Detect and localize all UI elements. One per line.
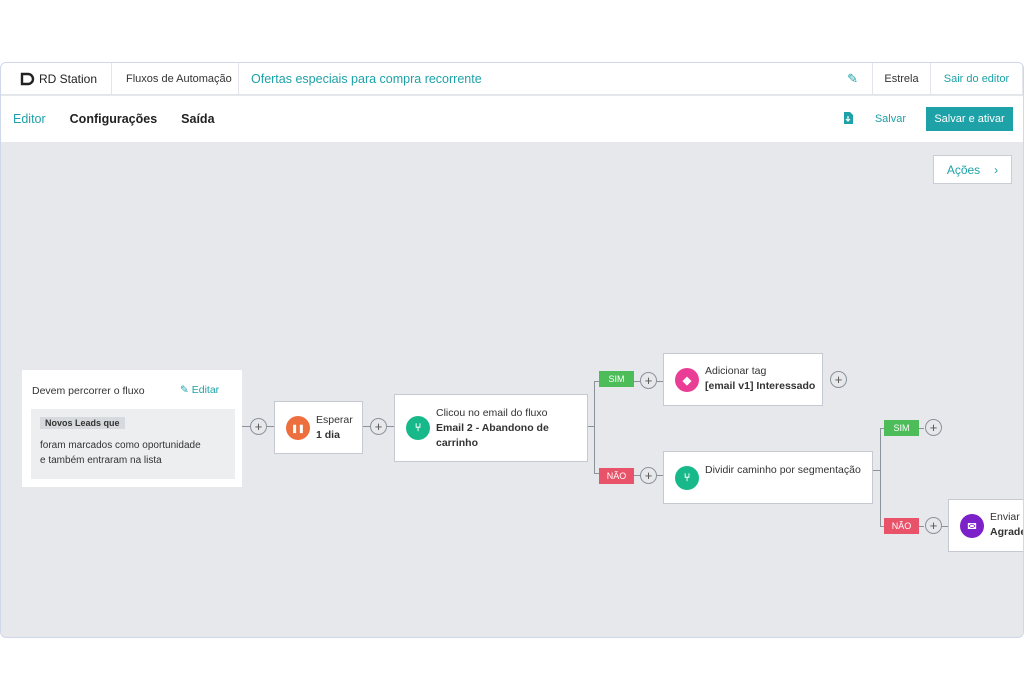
connector — [919, 428, 924, 429]
save-button[interactable]: Salvar — [875, 113, 906, 125]
wait-node[interactable]: ❚❚ Esperar 1 dia — [274, 401, 363, 454]
yes-badge: SIM — [599, 371, 634, 387]
connector — [242, 426, 250, 427]
add-tag-node[interactable]: ◆ Adicionar tag [email v1] Interessado — [663, 353, 823, 406]
send-email-text: Enviar Agrade — [990, 510, 1024, 540]
tab-exit[interactable]: Saída — [169, 112, 226, 126]
send-email-node[interactable]: ✉ Enviar Agrade — [948, 499, 1024, 552]
connector — [267, 426, 274, 427]
connector — [656, 381, 663, 382]
actions-button[interactable]: Ações › — [933, 155, 1012, 184]
add-tag-value: [email v1] Interessado — [705, 380, 816, 392]
email-click-title: Clicou no email do fluxo — [436, 407, 548, 419]
actions-label: Ações — [946, 162, 981, 177]
add-step-button[interactable]: + — [370, 418, 387, 435]
chevron-right-icon: › — [994, 162, 999, 177]
entry-criteria-box: Novos Leads que foram marcados como opor… — [31, 409, 235, 479]
tab-editor[interactable]: Editor — [1, 112, 58, 126]
exit-editor-link[interactable]: Sair do editor — [931, 63, 1023, 95]
wait-value: 1 dia — [316, 429, 340, 441]
rd-logo-icon — [20, 72, 35, 85]
connector — [387, 426, 394, 427]
top-bar: RD Station Fluxos de Automação Ofertas e… — [1, 63, 1023, 95]
tag-icon: ◆ — [675, 368, 699, 392]
save-activate-button[interactable]: Salvar e ativar — [926, 107, 1013, 131]
breadcrumb[interactable]: Fluxos de Automação — [112, 63, 239, 95]
wait-title: Esperar — [316, 414, 353, 426]
wait-text: Esperar 1 dia — [316, 413, 353, 443]
logo-text: RD Station — [39, 71, 98, 86]
toolbar-actions: Salvar Salvar e ativar — [843, 107, 1013, 131]
flow-title-field[interactable]: Ofertas especiais para compra recorrente… — [239, 63, 873, 95]
add-step-button[interactable]: + — [830, 371, 847, 388]
send-email-value: Agrade — [990, 526, 1024, 538]
logo[interactable]: RD Station — [1, 63, 112, 95]
pencil-icon[interactable]: ✎ — [847, 71, 858, 87]
add-tag-title: Adicionar tag — [705, 365, 767, 377]
add-step-button[interactable]: + — [640, 372, 657, 389]
flow-title: Ofertas especiais para compra recorrente — [251, 71, 482, 86]
user-name[interactable]: Estrela — [873, 63, 931, 95]
connector — [919, 526, 924, 527]
editor-window: RD Station Fluxos de Automação Ofertas e… — [0, 62, 1024, 638]
no-badge: NÃO — [599, 468, 634, 484]
connector — [594, 381, 595, 473]
flow-canvas[interactable]: Ações › Devem percorrer o fluxo ✎ Editar — [1, 142, 1024, 637]
connector — [656, 475, 663, 476]
no-badge: NÃO — [884, 518, 919, 534]
branch-icon: ⑂ — [675, 466, 699, 490]
pause-icon: ❚❚ — [286, 416, 310, 440]
pencil-icon: ✎ — [180, 384, 189, 396]
download-icon[interactable] — [843, 111, 853, 127]
connector — [941, 526, 948, 527]
branch-icon: ⑂ — [406, 416, 430, 440]
edit-entry-link[interactable]: ✎ Editar — [180, 383, 219, 398]
email-click-text: Clicou no email do fluxo Email 2 - Aband… — [436, 406, 549, 451]
add-step-button[interactable]: + — [925, 517, 942, 534]
edit-entry-label: Editar — [191, 384, 220, 396]
yes-badge: SIM — [884, 420, 919, 436]
email-click-condition-node[interactable]: ⑂ Clicou no email do fluxo Email 2 - Aba… — [394, 394, 588, 462]
split-segmentation-node[interactable]: ⑂ Dividir caminho por segmentação — [663, 451, 873, 504]
entry-heading: Devem percorrer o fluxo — [32, 385, 145, 397]
split-title: Dividir caminho por segmentação — [705, 464, 861, 476]
connector — [363, 426, 370, 427]
envelope-icon: ✉ — [960, 514, 984, 538]
tab-settings[interactable]: Configurações — [58, 112, 170, 126]
connector — [873, 470, 880, 471]
entry-line1: foram marcados como oportunidade — [40, 440, 201, 451]
entry-criteria-node[interactable]: Devem percorrer o fluxo ✎ Editar Novos L… — [22, 370, 242, 487]
send-email-title: Enviar — [990, 511, 1020, 523]
email-click-line1: Email 2 - Abandono de — [436, 422, 549, 434]
add-tag-text: Adicionar tag [email v1] Interessado — [705, 364, 815, 394]
add-step-button[interactable]: + — [925, 419, 942, 436]
email-click-line2: carrinho — [436, 437, 479, 449]
entry-line2: e também entraram na lista — [40, 455, 162, 466]
editor-toolbar: Editor Configurações Saída Salvar Salvar… — [1, 96, 1023, 142]
add-step-button[interactable]: + — [640, 467, 657, 484]
add-step-button[interactable]: + — [250, 418, 267, 435]
connector — [880, 428, 881, 526]
entry-tag: Novos Leads que — [40, 417, 125, 429]
